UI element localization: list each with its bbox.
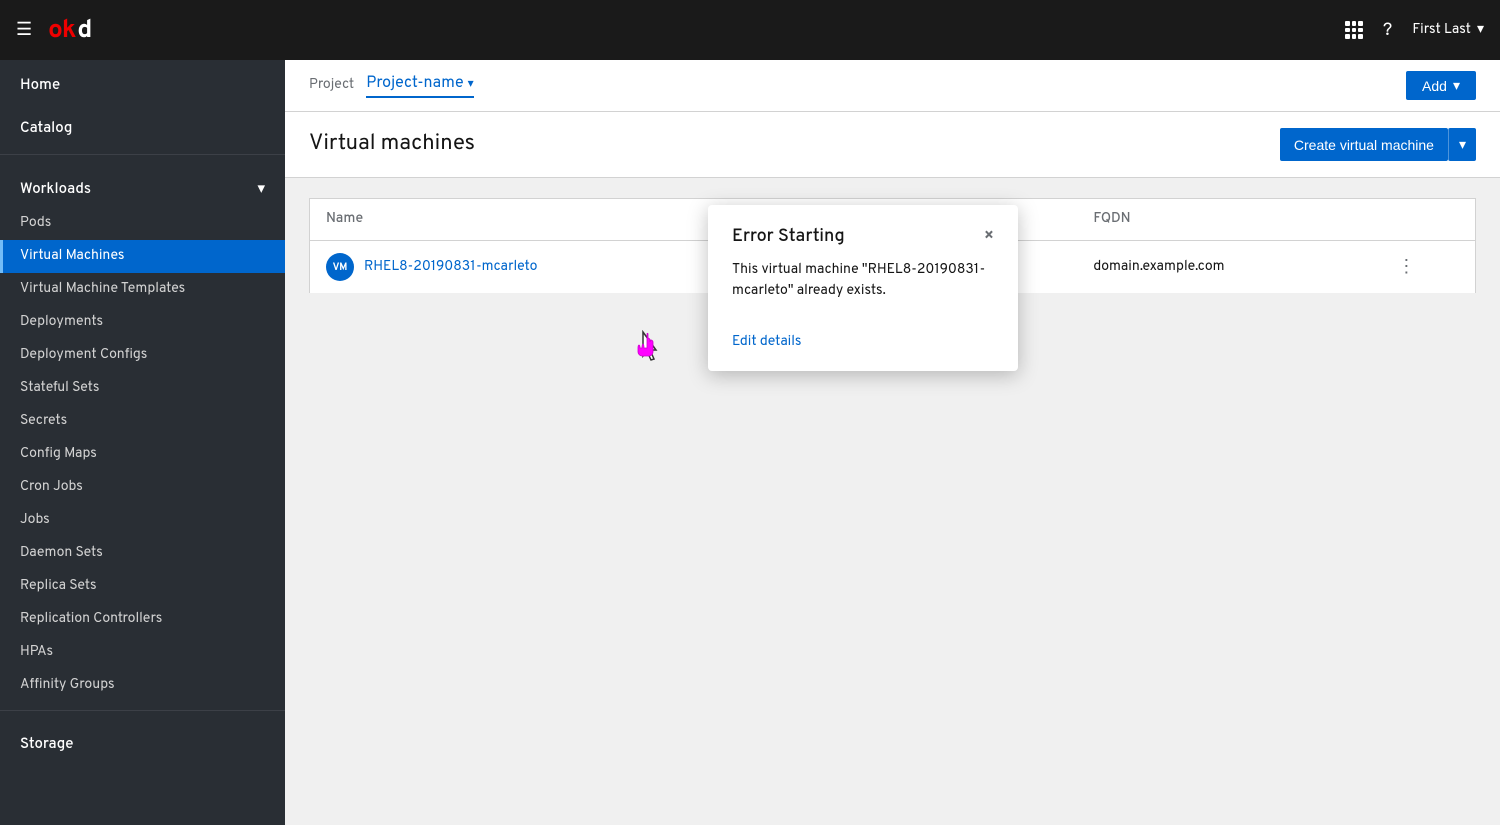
user-name: First Last (1412, 22, 1471, 39)
vm-fqdn: domain.example.com (1093, 259, 1224, 276)
col-empty1 (1018, 199, 1078, 241)
sidebar-workloads-header[interactable]: Workloads ▾ (0, 163, 285, 207)
sidebar-item-replication-controllers[interactable]: Replication Controllers (0, 603, 285, 636)
create-button-dropdown-arrow: ▾ (1459, 136, 1466, 153)
waffle-icon-button[interactable] (1345, 21, 1363, 39)
sidebar-item-cron-jobs[interactable]: Cron Jobs (0, 471, 285, 504)
user-menu[interactable]: First Last ▾ (1412, 21, 1484, 39)
popup-close-button[interactable]: × (984, 227, 994, 247)
add-button-label: Add (1422, 78, 1447, 94)
vm-icon: VM (326, 253, 354, 281)
vm-cell-empty (1018, 241, 1078, 294)
page-header: Virtual machines Create virtual machine … (285, 112, 1500, 178)
project-name: Project-name (366, 74, 463, 94)
sidebar-item-deployment-configs[interactable]: Deployment Configs (0, 339, 285, 372)
col-name: Name (310, 199, 765, 241)
edit-details-link[interactable]: Edit details (732, 334, 801, 351)
top-navigation: ☰ ok d ? First Last ▾ (0, 0, 1500, 60)
sidebar-workloads-arrow: ▾ (257, 179, 265, 199)
error-popup-dialog: Error Starting × This virtual machine "R… (708, 205, 1018, 371)
sidebar-home[interactable]: Home (0, 60, 285, 103)
vm-name-link[interactable]: RHEL8-20190831-mcarleto (364, 259, 537, 276)
logo-okd-text: ok (48, 14, 75, 47)
content-area: Project Project-name ▾ Add ▾ Virtual mac… (285, 60, 1500, 825)
popup-body: This virtual machine "RHEL8-20190831-mca… (708, 260, 1018, 322)
page-title: Virtual machines (309, 131, 475, 158)
sidebar-workloads-label: Workloads (20, 180, 91, 199)
create-virtual-machine-button[interactable]: Create virtual machine (1280, 128, 1448, 161)
user-menu-arrow: ▾ (1477, 21, 1484, 39)
sidebar-item-virtual-machine-templates[interactable]: Virtual Machine Templates (0, 273, 285, 306)
sidebar-item-affinity-groups[interactable]: Affinity Groups (0, 669, 285, 702)
col-fqdn: FQDN (1077, 199, 1381, 241)
hamburger-menu[interactable]: ☰ (16, 19, 32, 42)
sidebar-item-stateful-sets[interactable]: Stateful Sets (0, 372, 285, 405)
popup-actions: Edit details (708, 322, 1018, 371)
vm-actions-cell: ⋮ (1381, 241, 1475, 294)
col-actions (1381, 199, 1475, 241)
vm-icon-label: VM (333, 261, 348, 274)
create-button-label: Create virtual machine (1294, 137, 1434, 153)
sidebar-item-replica-sets[interactable]: Replica Sets (0, 570, 285, 603)
sidebar-item-hpas[interactable]: HPAs (0, 636, 285, 669)
sidebar-item-config-maps[interactable]: Config Maps (0, 438, 285, 471)
logo-d-text: d (77, 14, 92, 47)
help-icon-button[interactable]: ? (1383, 19, 1392, 42)
sidebar: Home Catalog Workloads ▾ Pods Virtual Ma… (0, 60, 285, 825)
project-selector-arrow: ▾ (468, 76, 474, 92)
sidebar-storage[interactable]: Storage (0, 719, 285, 762)
sidebar-item-pods[interactable]: Pods (0, 207, 285, 240)
popup-message: This virtual machine "RHEL8-20190831-mca… (732, 262, 985, 300)
grid-icon (1345, 21, 1363, 39)
sidebar-item-jobs[interactable]: Jobs (0, 504, 285, 537)
sidebar-catalog[interactable]: Catalog (0, 103, 285, 146)
project-label: Project (309, 77, 354, 94)
popup-title: Error Starting (732, 225, 845, 248)
add-button-arrow: ▾ (1453, 77, 1460, 94)
row-kebab-menu[interactable]: ⋮ (1397, 256, 1415, 279)
add-button[interactable]: Add ▾ (1406, 71, 1476, 100)
sidebar-item-secrets[interactable]: Secrets (0, 405, 285, 438)
create-virtual-machine-dropdown[interactable]: ▾ (1448, 128, 1476, 161)
project-selector[interactable]: Project-name ▾ (366, 74, 473, 98)
vm-name-cell: VM RHEL8-20190831-mcarleto (310, 241, 765, 294)
project-bar: Project Project-name ▾ Add ▾ (285, 60, 1500, 112)
nav-icons: ? First Last ▾ (1345, 19, 1484, 42)
logo: ok d (48, 14, 92, 47)
popup-header: Error Starting × (708, 205, 1018, 260)
vm-fqdn-cell: domain.example.com (1077, 241, 1381, 294)
sidebar-item-deployments[interactable]: Deployments (0, 306, 285, 339)
sidebar-item-virtual-machines[interactable]: Virtual Machines (0, 240, 285, 273)
sidebar-item-daemon-sets[interactable]: Daemon Sets (0, 537, 285, 570)
